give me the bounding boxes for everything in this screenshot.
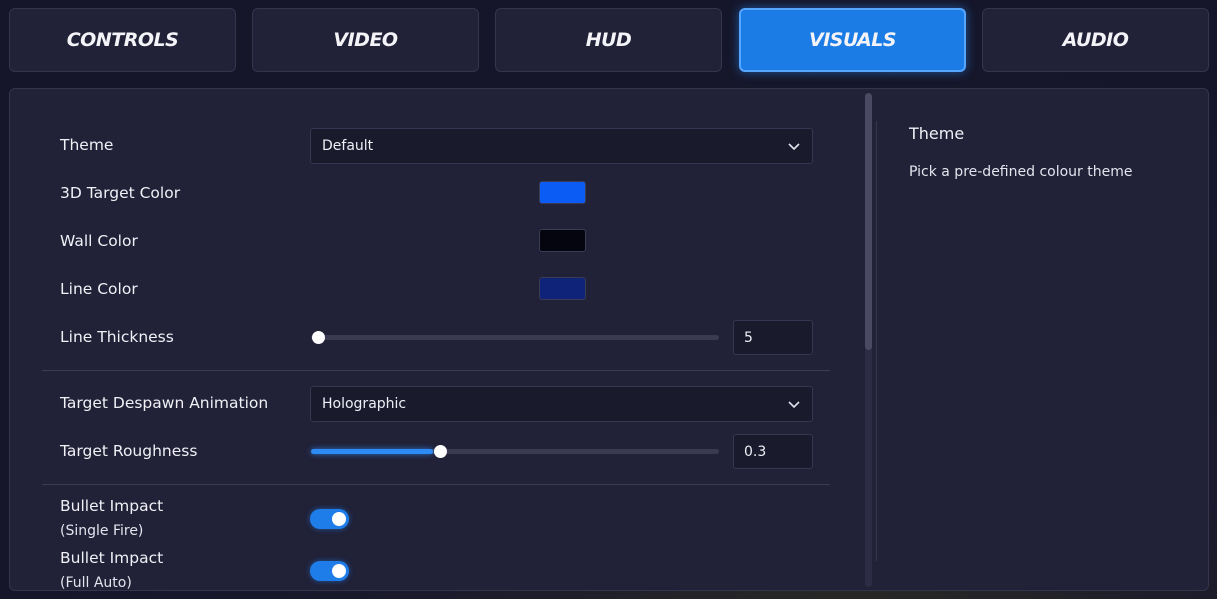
theme-dropdown[interactable]: Default <box>310 128 813 164</box>
roughness-fill <box>311 449 434 454</box>
impact-single-toggle[interactable] <box>310 509 349 529</box>
line-color-label: Line Color <box>60 280 138 298</box>
impact-auto-toggle[interactable] <box>310 561 349 581</box>
help-title: Theme <box>909 124 965 143</box>
despawn-animation-dropdown[interactable]: Holographic <box>310 386 813 422</box>
section-divider <box>42 370 830 371</box>
line-thickness-label: Line Thickness <box>60 328 174 346</box>
settings-panel: Theme Default 3D Target Color Wall Color… <box>9 88 1209 591</box>
toggle-knob <box>332 512 346 526</box>
theme-value: Default <box>322 138 374 154</box>
tab-video[interactable]: VIDEO <box>252 8 479 72</box>
tab-hud[interactable]: HUD <box>495 8 722 72</box>
roughness-input[interactable]: 0.3 <box>733 434 813 469</box>
target-color-swatch[interactable] <box>539 181 586 204</box>
tab-controls[interactable]: CONTROLS <box>9 8 236 72</box>
impact-single-label: Bullet Impact <box>60 497 164 515</box>
roughness-slider[interactable] <box>311 445 719 458</box>
despawn-animation-label: Target Despawn Animation <box>60 394 269 412</box>
toggle-knob <box>332 564 346 578</box>
line-color-swatch[interactable] <box>539 277 586 300</box>
chevron-down-icon <box>788 401 800 409</box>
wall-color-label: Wall Color <box>60 232 138 250</box>
impact-single-sublabel: (Single Fire) <box>60 523 144 539</box>
roughness-label: Target Roughness <box>60 442 198 460</box>
scrollbar-thumb[interactable] <box>865 93 872 350</box>
impact-auto-sublabel: (Full Auto) <box>60 575 132 591</box>
tab-audio[interactable]: AUDIO <box>982 8 1209 72</box>
section-divider <box>42 484 830 485</box>
roughness-thumb[interactable] <box>434 445 448 458</box>
panel-separator <box>876 121 877 561</box>
target-color-label: 3D Target Color <box>60 184 181 202</box>
line-thickness-slider[interactable] <box>311 331 719 344</box>
impact-auto-label: Bullet Impact <box>60 549 164 567</box>
chevron-down-icon <box>788 143 800 151</box>
line-thickness-thumb[interactable] <box>312 331 325 344</box>
despawn-animation-value: Holographic <box>322 396 407 412</box>
scrollbar[interactable] <box>865 93 872 587</box>
line-thickness-input[interactable]: 5 <box>733 320 813 355</box>
tab-visuals[interactable]: VISUALS <box>739 8 966 72</box>
help-description: Pick a pre-defined colour theme <box>909 164 1133 180</box>
wall-color-swatch[interactable] <box>539 229 586 252</box>
tab-bar: CONTROLS VIDEO HUD VISUALS AUDIO <box>9 8 1209 72</box>
theme-label: Theme <box>60 136 114 154</box>
